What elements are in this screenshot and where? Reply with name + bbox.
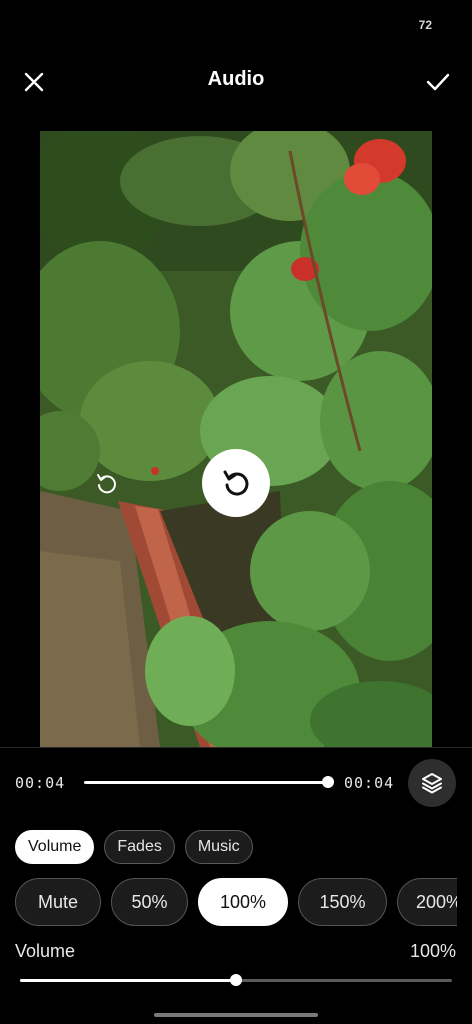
timeline-knob[interactable] xyxy=(322,776,334,788)
replay-icon xyxy=(223,470,249,496)
video-preview[interactable] xyxy=(40,131,432,747)
audio-tabs: Volume Fades Music xyxy=(15,830,253,864)
preset-100-button[interactable]: 100% xyxy=(198,878,288,926)
timeline: 00:04 00:04 xyxy=(0,768,472,798)
replay-button[interactable] xyxy=(202,449,270,517)
top-bar: Audio xyxy=(0,56,472,104)
preset-50-button[interactable]: 50% xyxy=(111,878,188,926)
volume-slider-fill xyxy=(20,979,236,982)
volume-slider-knob[interactable] xyxy=(230,974,242,986)
volume-value: 100% xyxy=(409,941,456,961)
check-icon xyxy=(426,73,450,91)
tab-volume[interactable]: Volume xyxy=(15,830,95,864)
page-title: Audio xyxy=(207,68,265,90)
tab-music[interactable]: Music xyxy=(184,830,253,864)
layers-button[interactable] xyxy=(408,759,456,807)
home-indicator xyxy=(154,1013,318,1017)
timeline-track[interactable] xyxy=(84,781,328,784)
tab-fades[interactable]: Fades xyxy=(104,830,175,864)
preset-mute-button[interactable]: Mute xyxy=(15,878,101,926)
preset-200-button[interactable]: 200% xyxy=(397,878,457,926)
duration-time: 00:04 xyxy=(344,774,395,792)
status-indicator: 72 xyxy=(418,18,432,32)
video-frame-image xyxy=(40,131,432,747)
current-time: 00:04 xyxy=(15,774,66,792)
volume-presets: Mute 50% 100% 150% 200% xyxy=(15,878,457,926)
preset-150-button[interactable]: 150% xyxy=(298,878,387,926)
done-button[interactable] xyxy=(422,66,454,98)
divider xyxy=(0,747,472,748)
volume-label: Volume xyxy=(15,941,76,961)
small-replay-icon xyxy=(97,474,116,494)
layers-icon xyxy=(422,773,442,794)
